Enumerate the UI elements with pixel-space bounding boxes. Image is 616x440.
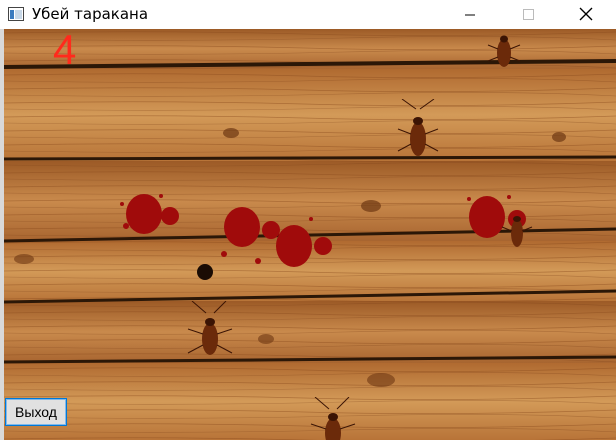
cockroach[interactable] xyxy=(309,397,359,440)
window-titlebar: Убей таракана xyxy=(0,0,616,29)
maximize-icon xyxy=(523,9,534,20)
maximize-button[interactable] xyxy=(505,0,551,29)
window-title: Убей таракана xyxy=(32,5,149,23)
close-button[interactable] xyxy=(563,0,609,29)
game-area[interactable]: 4 xyxy=(4,29,616,440)
cockroach[interactable] xyxy=(499,209,539,254)
blood-splatter xyxy=(221,207,332,267)
minimize-icon xyxy=(465,14,475,16)
score-counter: 4 xyxy=(53,29,77,73)
cockroach[interactable] xyxy=(186,301,236,361)
cockroach[interactable] xyxy=(394,99,442,165)
exit-button[interactable]: Выход xyxy=(5,398,67,426)
cockroach[interactable] xyxy=(484,29,524,73)
blood-splatter xyxy=(120,194,179,234)
minimize-button[interactable] xyxy=(447,0,493,29)
close-icon xyxy=(579,7,593,21)
app-icon xyxy=(8,7,24,21)
